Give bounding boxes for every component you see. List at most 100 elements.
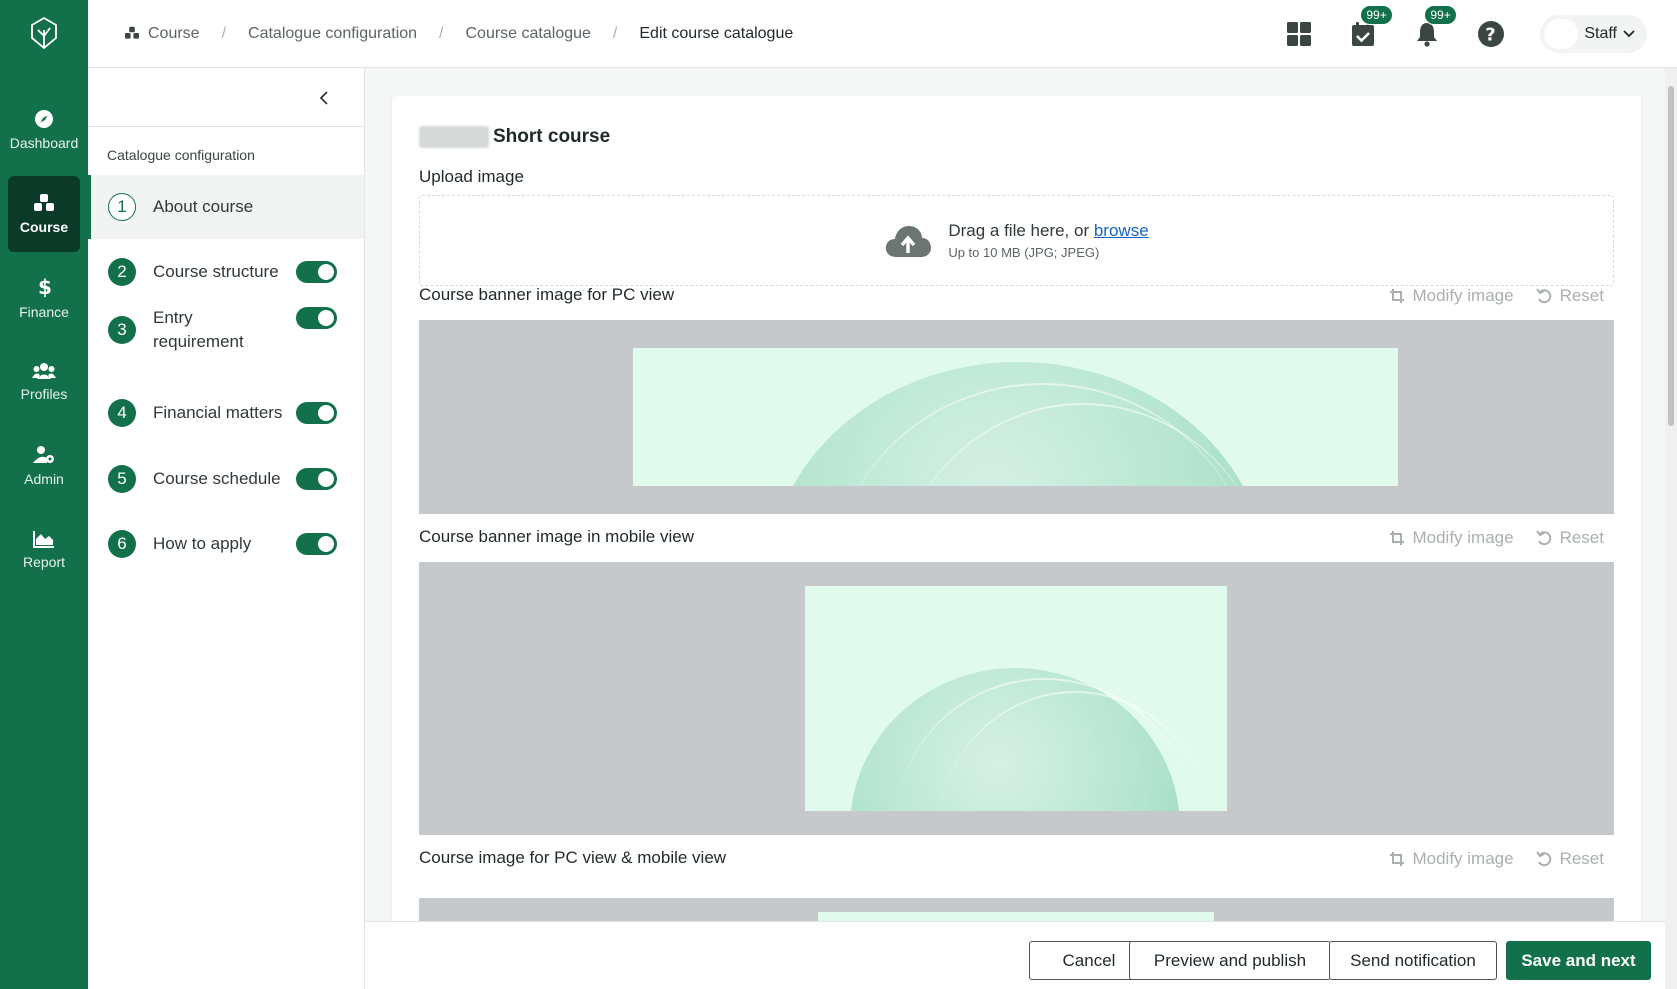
reset-button[interactable]: Reset <box>1535 528 1604 548</box>
svg-text:?: ? <box>1486 25 1496 46</box>
app-logo[interactable] <box>0 0 88 66</box>
about-course-card: Short course Upload image Drag a file he… <box>392 96 1641 989</box>
send-notification-button[interactable]: Send notification <box>1329 941 1497 980</box>
scrollbar-thumb[interactable] <box>1668 86 1674 426</box>
modify-image-label: Modify image <box>1412 849 1514 868</box>
tasks-button[interactable]: 99+ <box>1348 5 1393 49</box>
modify-image-button[interactable]: Modify image <box>1389 849 1514 869</box>
user-menu-label: Staff <box>1584 25 1617 42</box>
step-toggle-course-structure[interactable] <box>296 261 337 283</box>
step-toggle-how-to-apply[interactable] <box>296 533 337 555</box>
mobile-banner-preview <box>419 562 1614 835</box>
notifications-badge: 99+ <box>1424 5 1457 25</box>
breadcrumb-course-catalogue[interactable]: Course catalogue <box>466 25 591 43</box>
step-number: 6 <box>108 529 136 558</box>
step-label: How to apply <box>153 533 252 553</box>
browse-link[interactable]: browse <box>1094 221 1149 240</box>
mobile-banner-label: Course banner image in mobile view <box>419 527 694 546</box>
chevron-left-icon <box>320 91 328 105</box>
reset-button[interactable]: Reset <box>1535 286 1604 306</box>
undo-icon <box>1535 287 1551 303</box>
breadcrumb-course-label: Course <box>148 24 200 42</box>
step-number: 2 <box>108 257 136 286</box>
breadcrumb-separator: / <box>221 24 227 42</box>
avatar <box>1544 19 1579 49</box>
notifications-button[interactable]: 99+ <box>1412 5 1457 49</box>
breadcrumb: Course / Catalogue configuration / Cours… <box>88 25 793 43</box>
nav-dashboard[interactable]: Dashboard <box>8 92 80 168</box>
page-scrollbar[interactable] <box>1665 68 1677 989</box>
top-header: Course / Catalogue configuration / Cours… <box>88 0 1677 68</box>
chart-area-icon <box>33 531 54 548</box>
catalogue-steps-panel: Catalogue configuration 1 About course 2… <box>88 68 365 989</box>
undo-icon <box>1535 529 1551 545</box>
nav-finance[interactable]: $ Finance <box>8 260 80 336</box>
reset-label: Reset <box>1559 286 1604 305</box>
main-content: Short course Upload image Drag a file he… <box>365 68 1677 989</box>
step-number: 5 <box>108 464 136 493</box>
help-button[interactable]: ? <box>1476 19 1506 49</box>
svg-text:$: $ <box>38 276 51 298</box>
pc-banner-tools: Modify image Reset <box>1389 286 1604 306</box>
upload-instructions-text: Drag a file here, or <box>948 221 1094 240</box>
pc-banner-preview <box>419 320 1614 514</box>
dollar-icon: $ <box>38 276 51 298</box>
cubes-icon <box>34 194 54 211</box>
reset-button[interactable]: Reset <box>1535 849 1604 869</box>
nav-course[interactable]: Course <box>8 176 80 252</box>
upload-instructions: Drag a file here, or browse <box>948 221 1148 241</box>
apps-grid-button[interactable] <box>1284 19 1314 49</box>
grid-icon <box>1287 22 1312 46</box>
upload-image-label: Upload image <box>419 167 524 186</box>
step-entry-requirement[interactable]: 3 Entry requirement <box>88 304 364 380</box>
step-course-schedule[interactable]: 5 Course schedule <box>88 446 364 511</box>
nav-profiles[interactable]: Profiles <box>8 344 80 420</box>
modify-image-button[interactable]: Modify image <box>1389 528 1514 548</box>
help-icon: ? <box>1478 21 1505 47</box>
steps-title: Catalogue configuration <box>107 147 255 163</box>
step-label: About course <box>153 197 254 216</box>
breadcrumb-separator: / <box>439 24 444 42</box>
nav-report-label: Report <box>22 554 66 570</box>
course-title-text: Short course <box>493 126 611 147</box>
step-number: 1 <box>108 193 136 221</box>
nav-admin-label: Admin <box>24 471 64 487</box>
collapse-row <box>88 68 364 127</box>
cloud-upload-icon <box>886 225 932 257</box>
step-how-to-apply[interactable]: 6 How to apply <box>88 511 364 576</box>
tasks-badge: 99+ <box>1360 5 1393 25</box>
step-label: Course structure <box>153 261 279 281</box>
upload-text: Drag a file here, or browse Up to 10 MB … <box>948 221 1148 260</box>
leaf-logo-icon <box>31 16 57 50</box>
breadcrumb-separator: / <box>612 24 618 42</box>
mobile-banner-tools: Modify image Reset <box>1389 528 1604 548</box>
save-and-next-button[interactable]: Save and next <box>1506 941 1651 980</box>
course-title: Short course <box>419 126 610 148</box>
pc-banner-label: Course banner image for PC view <box>419 285 675 304</box>
preview-publish-button[interactable]: Preview and publish <box>1129 941 1331 980</box>
pc-banner-image <box>633 348 1398 486</box>
breadcrumb-course[interactable]: Course <box>124 25 200 43</box>
user-menu[interactable]: Staff <box>1540 15 1647 53</box>
nav-admin[interactable]: Admin <box>8 428 80 504</box>
crop-icon <box>1390 852 1405 866</box>
breadcrumb-current-page: Edit course catalogue <box>639 24 794 42</box>
breadcrumb-catalogue-configuration[interactable]: Catalogue configuration <box>248 25 417 43</box>
undo-icon <box>1535 850 1551 866</box>
step-about-course[interactable]: 1 About course <box>88 175 364 239</box>
crop-icon <box>1390 531 1405 545</box>
collapse-panel-button[interactable] <box>314 88 334 108</box>
reset-label: Reset <box>1559 849 1604 868</box>
upload-dropzone[interactable]: Drag a file here, or browse Up to 10 MB … <box>419 195 1614 286</box>
nav-report[interactable]: Report <box>8 512 80 588</box>
nav-profiles-label: Profiles <box>20 386 68 402</box>
step-course-structure[interactable]: 2 Course structure <box>88 239 364 304</box>
modify-image-button[interactable]: Modify image <box>1389 286 1514 306</box>
step-financial-matters[interactable]: 4 Financial matters <box>88 380 364 446</box>
mobile-banner-image <box>805 586 1227 811</box>
step-toggle-financial-matters[interactable] <box>296 402 337 424</box>
step-toggle-entry-requirement[interactable] <box>296 307 337 329</box>
cubes-icon <box>125 26 139 39</box>
step-toggle-course-schedule[interactable] <box>296 468 337 490</box>
compass-icon <box>35 110 53 128</box>
